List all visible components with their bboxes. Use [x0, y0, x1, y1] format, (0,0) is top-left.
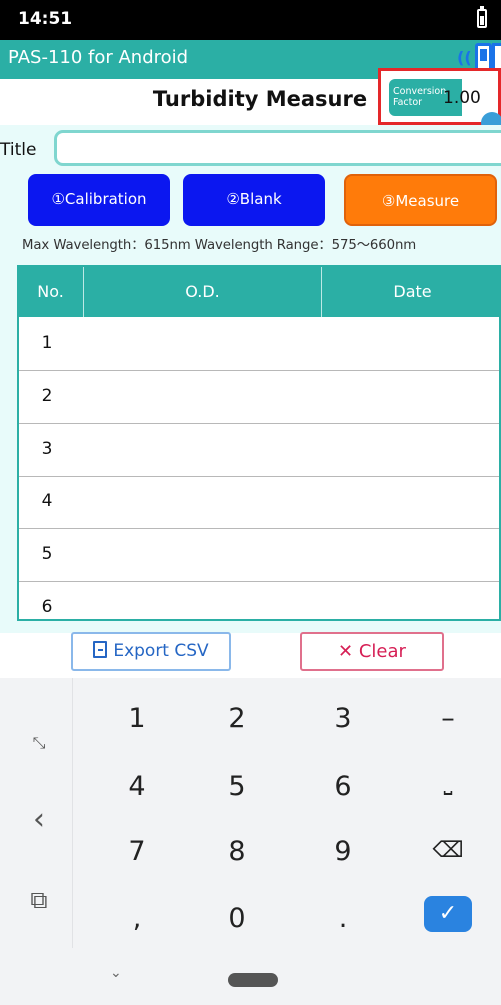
key-minus[interactable]: – — [418, 703, 478, 734]
table-header: No. O.D. Date — [19, 267, 499, 317]
table-row[interactable]: 1 — [19, 319, 499, 371]
row-number: 2 — [41, 386, 53, 406]
key-3[interactable]: 3 — [313, 703, 373, 734]
app-title: PAS-110 for Android — [8, 47, 189, 68]
back-arrow-icon[interactable]: ‹ — [19, 802, 59, 837]
row-number: 4 — [41, 491, 53, 511]
calibration-button[interactable]: ①Calibration — [28, 174, 170, 226]
row-number: 6 — [41, 597, 53, 617]
conversion-factor-value[interactable]: 1.00 — [443, 88, 481, 108]
backspace-icon[interactable]: ⌫ — [418, 838, 478, 863]
header-date: Date — [321, 267, 499, 317]
hide-keyboard-chevron-icon[interactable]: ⌄ — [110, 965, 122, 981]
keyboard-divider — [72, 678, 73, 948]
key-6[interactable]: 6 — [313, 771, 373, 802]
table-row[interactable]: 5 — [19, 530, 499, 582]
key-7[interactable]: 7 — [107, 836, 167, 867]
title-label: Title — [0, 140, 37, 160]
bluetooth-signal-icon: (( — [457, 48, 472, 67]
document-icon — [93, 641, 108, 658]
table-row[interactable]: 3 — [19, 425, 499, 477]
export-csv-button[interactable]: Export CSV — [71, 632, 231, 671]
key-2[interactable]: 2 — [207, 703, 267, 734]
key-period[interactable]: . — [313, 903, 373, 934]
measure-button[interactable]: ③Measure — [344, 174, 497, 226]
results-table[interactable]: No. O.D. Date 1 2 3 4 5 6 — [17, 265, 501, 621]
row-number: 3 — [41, 439, 53, 459]
key-1[interactable]: 1 — [107, 703, 167, 734]
battery-icon — [477, 6, 487, 28]
clear-button[interactable]: ✕ Clear — [300, 632, 444, 671]
header-no: No. — [37, 282, 64, 301]
status-bar: 14:51 — [0, 0, 501, 40]
table-row[interactable]: 4 — [19, 477, 499, 529]
key-0[interactable]: 0 — [207, 903, 267, 934]
header-od: O.D. — [83, 267, 321, 317]
page-title: Turbidity Measure — [152, 87, 368, 111]
key-9[interactable]: 9 — [313, 836, 373, 867]
key-comma[interactable]: , — [107, 903, 167, 934]
resize-keyboard-icon[interactable]: ⤡ — [19, 733, 59, 753]
wavelength-info: Max Wavelength：615nm Wavelength Range：57… — [22, 238, 417, 253]
key-8[interactable]: 8 — [207, 836, 267, 867]
table-row[interactable]: 2 — [19, 372, 499, 424]
space-key-icon[interactable]: ⎵ — [418, 771, 478, 796]
home-gesture-handle[interactable] — [228, 973, 278, 987]
row-number: 1 — [41, 333, 53, 353]
table-row[interactable]: 6 — [19, 583, 499, 619]
key-4[interactable]: 4 — [107, 771, 167, 802]
key-5[interactable]: 5 — [207, 771, 267, 802]
blank-button[interactable]: ②Blank — [183, 174, 325, 226]
title-input[interactable] — [54, 130, 501, 166]
done-check-icon[interactable]: ✓ — [424, 896, 472, 932]
row-number: 5 — [41, 544, 53, 564]
export-csv-label: Export CSV — [113, 641, 209, 661]
status-time: 14:51 — [18, 9, 73, 29]
floating-keyboard-icon[interactable]: ⧉ — [19, 886, 59, 914]
